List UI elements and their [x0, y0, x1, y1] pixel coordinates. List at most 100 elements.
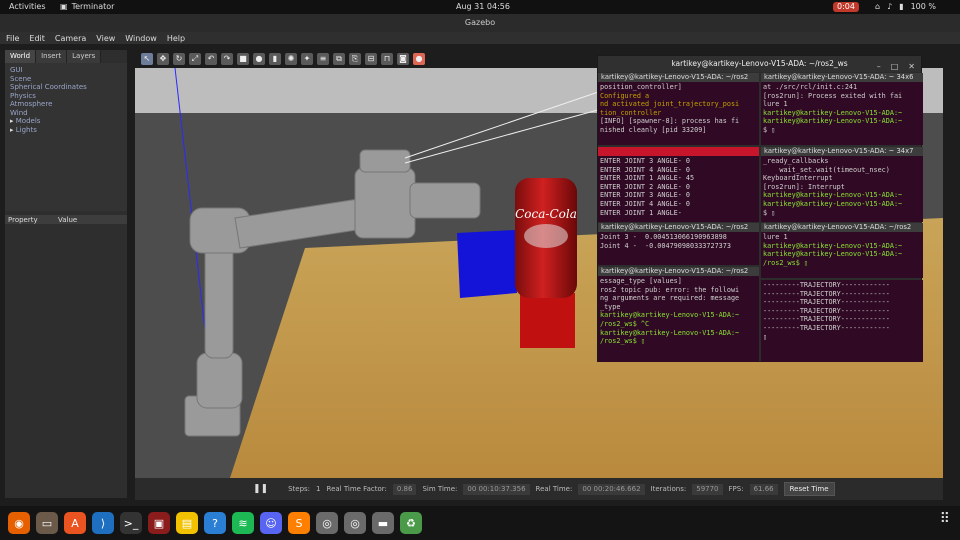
spotify-icon[interactable]: ≋ [232, 512, 254, 534]
terminal-pane-5[interactable]: kartikey@kartikey-Lenovo-V15-ADA: ~/ros2… [598, 223, 759, 265]
menu-camera[interactable]: Camera [55, 34, 86, 43]
iterations-label: Iterations: [650, 485, 687, 493]
paste-icon[interactable]: ⎘ [349, 53, 361, 65]
cylinder-icon[interactable]: ▮ [269, 53, 281, 65]
pause-icon[interactable]: ❚❚ [253, 484, 268, 494]
tab-insert[interactable]: Insert [36, 50, 68, 63]
terminator-window[interactable]: kartikey@kartikey-Lenovo-V15-ADA: ~/ros2… [597, 55, 923, 362]
terminal-pane-1[interactable]: kartikey@kartikey-Lenovo-V15-ADA: ~/ros2… [598, 73, 759, 145]
record-icon[interactable]: ● [413, 53, 425, 65]
clock[interactable]: Aug 31 04:56 [456, 2, 510, 11]
reset-time-button[interactable]: Reset Time [783, 482, 835, 496]
menu-edit[interactable]: Edit [29, 34, 45, 43]
blue-box[interactable] [457, 230, 517, 298]
copy-icon[interactable]: ⧉ [333, 53, 345, 65]
tab-layers[interactable]: Layers [67, 50, 102, 63]
disk2-icon[interactable]: ◎ [344, 512, 366, 534]
terminal-line: [ros2run]: Process exited with fai [763, 91, 903, 100]
sim-time-value: 00 00:10:37.356 [463, 483, 530, 495]
real-time-label: Real Time: [535, 485, 573, 493]
terminal-line: ENTER JOINT 1 ANGLE- 45 [600, 174, 695, 183]
terminal-line: at ./src/rcl/init.c:241 [763, 83, 858, 91]
pane-output: lure 1 kartikey@kartikey-Lenovo-V15-ADA:~… [761, 232, 923, 268]
terminal-pane-7[interactable]: kartikey@kartikey-Lenovo-V15-ADA: ~/ros2… [598, 267, 759, 362]
terminal-line: ENTER JOINT 1 ANGLE- [600, 208, 682, 217]
tree-item[interactable]: Lights [10, 126, 122, 135]
steps-value[interactable]: 1 [316, 485, 320, 493]
pane-title: kartikey@kartikey-Lenovo-V15-ADA: ~/ros2 [598, 223, 759, 232]
tree-item[interactable]: Spherical Coordinates [10, 83, 122, 92]
screenshot-icon[interactable]: ◙ [397, 53, 409, 65]
terminal-line: Joint 4 - -0.004790980333727373 [600, 241, 731, 250]
terminal-line: ENTER JOINT 3 ANGLE- 0 [600, 191, 691, 200]
box-icon[interactable]: ■ [237, 53, 249, 65]
terminator-icon[interactable]: ▣ [148, 512, 170, 534]
menu-window[interactable]: Window [125, 34, 157, 43]
firefox-icon[interactable]: ◉ [8, 512, 30, 534]
trash-icon[interactable]: ♻ [400, 512, 422, 534]
gazebo-statusbar: ❚❚ Steps: 1 Real Time Factor: 0.86 Sim T… [135, 478, 943, 500]
red-box[interactable] [520, 293, 575, 348]
redo-icon[interactable]: ↷ [221, 53, 233, 65]
volume-icon: ♪ [887, 2, 893, 11]
terminal-line: essage_type [values] [600, 277, 682, 285]
pane-output: at ./src/rcl/init.c:241 [ros2run]: Proces… [761, 82, 923, 136]
vscode-icon[interactable]: ⟩ [92, 512, 114, 534]
drive-icon[interactable]: ▬ [372, 512, 394, 534]
spot-light-icon[interactable]: ✦ [301, 53, 313, 65]
terminal-line: lure 1 [763, 233, 788, 241]
tree-item[interactable]: Wind [10, 109, 122, 118]
sublime-icon[interactable]: S [288, 512, 310, 534]
terminal-line: ---------TRAJECTORY------------ [763, 281, 890, 289]
pane-title: kartikey@kartikey-Lenovo-V15-ADA: ~/ros2 [598, 267, 759, 276]
recording-indicator[interactable]: 0:04 [833, 2, 859, 12]
app-menu[interactable]: ▣ Terminator [60, 2, 114, 11]
menu-file[interactable]: File [6, 34, 19, 43]
terminal-line: ---------TRAJECTORY------------ [763, 323, 890, 332]
app-center-icon[interactable]: A [64, 512, 86, 534]
help-icon[interactable]: ? [204, 512, 226, 534]
tree-item[interactable]: GUI [10, 66, 122, 75]
terminal-line: ▯ [763, 332, 768, 341]
terminal-pane-4[interactable]: kartikey@kartikey-Lenovo-V15-ADA: ~ 34x7… [761, 147, 923, 222]
tree-item[interactable]: Atmosphere [10, 100, 122, 109]
gazebo-title: Gazebo [0, 14, 960, 32]
scale-icon[interactable]: ⤢ [189, 53, 201, 65]
terminal-line: [INFO] [spawner-8]: process has fi [600, 117, 740, 126]
terminal-pane-6[interactable]: kartikey@kartikey-Lenovo-V15-ADA: ~/ros2… [761, 223, 923, 278]
translate-icon[interactable]: ✥ [157, 53, 169, 65]
terminal-pane-2[interactable]: kartikey@kartikey-Lenovo-V15-ADA: ~ 34x6… [761, 73, 923, 145]
app-name: Terminator [71, 2, 115, 11]
dock: ◉ ▭ A ⟩ >_ ▣ ▤? ≋ ☺ S ◎ ◎ ▬ ♻ [0, 506, 960, 540]
show-apps-icon[interactable]: ⠿ [940, 511, 950, 527]
can-highlight [524, 224, 568, 248]
tree-item[interactable]: Physics [10, 92, 122, 101]
point-light-icon[interactable]: ✺ [285, 53, 297, 65]
system-tray[interactable]: ⌂ ♪ ▮ 100 % [875, 2, 936, 11]
terminal-pane-3[interactable]: ENTER JOINT 3 ANGLE- 0 ENTER JOINT 4 ANGL… [598, 147, 759, 222]
terminator-titlebar[interactable]: kartikey@kartikey-Lenovo-V15-ADA: ~/ros2… [598, 56, 921, 72]
menu-view[interactable]: View [96, 34, 115, 43]
snap-icon[interactable]: ⊓ [381, 53, 393, 65]
select-mode-icon[interactable]: ↖ [141, 53, 153, 65]
activities-button[interactable]: Activities [9, 2, 46, 11]
rotate-icon[interactable]: ↻ [173, 53, 185, 65]
terminal-line: lure 1 [763, 100, 788, 109]
tree-item[interactable]: Scene [10, 75, 122, 84]
network-icon: ⌂ [875, 2, 881, 11]
tree-item[interactable]: Models [10, 117, 122, 126]
directional-light-icon[interactable]: ≡ [317, 53, 329, 65]
undo-icon[interactable]: ↶ [205, 53, 217, 65]
discord-icon[interactable]: ☺ [260, 512, 282, 534]
terminal-line: kartikey@kartikey-Lenovo-V15-ADA:~ [763, 199, 903, 208]
terminal-icon[interactable]: >_ [120, 512, 142, 534]
tab-world[interactable]: World [5, 50, 37, 63]
disk-icon[interactable]: ◎ [316, 512, 338, 534]
align-icon[interactable]: ⊟ [365, 53, 377, 65]
files-icon[interactable]: ▭ [36, 512, 58, 534]
office-icon[interactable]: ▤ [176, 512, 198, 534]
menu-help[interactable]: Help [167, 34, 185, 43]
desktop: { "topbar":{"activities":"Activities","a… [0, 0, 960, 540]
terminal-pane-8[interactable]: ---------TRAJECTORY------------ ---------… [761, 280, 923, 362]
sphere-icon[interactable]: ● [253, 53, 265, 65]
